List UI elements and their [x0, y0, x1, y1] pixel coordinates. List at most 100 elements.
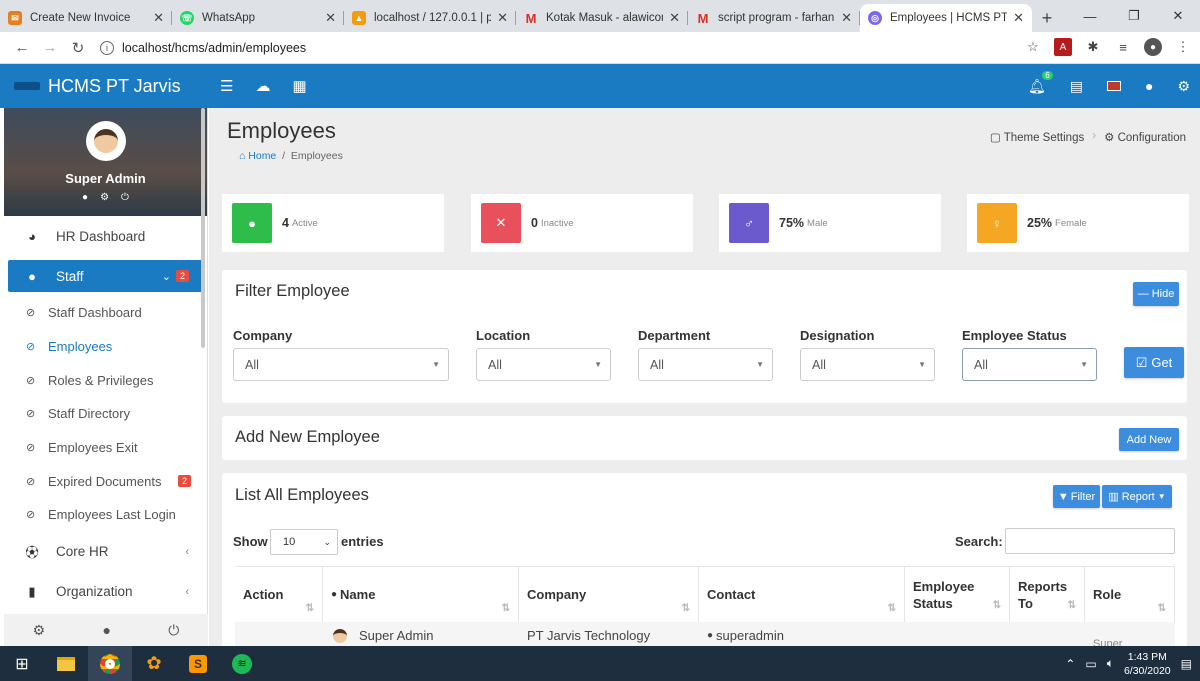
close-icon[interactable]: ✕ [841, 10, 852, 26]
location-label: Location [476, 328, 531, 343]
avatar[interactable] [85, 121, 126, 161]
close-icon[interactable]: ✕ [325, 10, 336, 26]
sidebar-item-hr-dashboard[interactable]: ◕ HR Dashboard [4, 216, 207, 256]
windows-start-icon[interactable]: ⊞ [0, 646, 44, 681]
entries-select[interactable]: 10 ⌄ [270, 529, 338, 555]
col-name[interactable]: ● Name ⇅ [323, 566, 519, 622]
department-select[interactable]: All ▼ [638, 348, 773, 381]
location-select[interactable]: All ▼ [476, 348, 611, 381]
profile-user-icon[interactable]: ● [82, 192, 88, 203]
logo-icon [14, 82, 40, 90]
user-icon[interactable]: ● [1145, 78, 1153, 94]
sidebar-sub-staff-directory[interactable]: ⊘ Staff Directory [4, 397, 207, 431]
restore-icon[interactable]: ❐ [1112, 0, 1156, 32]
configuration-link[interactable]: ⚙ Configuration [1104, 130, 1186, 144]
hcms-favicon-icon: ◎ [868, 11, 882, 25]
col-employee-status[interactable]: Employee Status ⇅ [905, 566, 1010, 622]
gear-icon: ⚙ [1104, 132, 1115, 144]
card-icon[interactable]: ▤ [1070, 78, 1083, 95]
report-button[interactable]: ▥ Report ▼ [1102, 485, 1172, 508]
close-icon[interactable]: ✕ [153, 10, 164, 26]
url-field[interactable]: i localhost/hcms/admin/employees [100, 40, 306, 55]
add-new-button[interactable]: Add New [1119, 428, 1179, 451]
power-icon[interactable]: ⏻ [168, 622, 179, 639]
address-bar: ← → ↻ i localhost/hcms/admin/employees ☆… [0, 32, 1200, 64]
col-contact[interactable]: Contact ⇅ [699, 566, 905, 622]
get-button[interactable]: ☑ Get [1124, 347, 1184, 378]
sidebar-sub-employees[interactable]: ⊘ Employees [4, 330, 207, 364]
gmail-favicon-icon: M [525, 10, 537, 26]
profile-icon[interactable]: ● [1144, 38, 1162, 56]
info-icon[interactable]: i [100, 40, 114, 55]
sidebar-sub-staff-dashboard[interactable]: ⊘ Staff Dashboard [4, 296, 207, 330]
clock[interactable]: 1:43 PM 6/30/2020 [1124, 650, 1171, 678]
pdf-extension-icon[interactable]: A [1054, 38, 1072, 56]
sidebar-sub-label: Employees Exit [48, 440, 138, 456]
hamburger-icon[interactable]: ☰ [220, 77, 233, 95]
browser-tab[interactable]: ✉ Create New Invoice ✕ [0, 4, 172, 32]
col-reports-to[interactable]: Reports To ⇅ [1010, 566, 1085, 622]
reload-icon[interactable]: ↻ [64, 39, 92, 57]
bell-icon[interactable]: 🔔︎ 6 [1028, 70, 1053, 95]
col-role[interactable]: Role ⇅ [1085, 566, 1175, 622]
close-icon[interactable]: ✕ [669, 10, 680, 26]
grid-icon[interactable]: ▦ [292, 77, 306, 95]
file-explorer-icon[interactable] [44, 646, 88, 681]
breadcrumb-home[interactable]: ⌂ Home [239, 150, 276, 162]
notification-center-icon[interactable]: ▤ [1181, 657, 1192, 671]
browser-tab[interactable]: Mscript program - farhan ✕ [688, 4, 860, 32]
user-icon[interactable]: ● [103, 622, 111, 638]
close-icon[interactable]: ✕ [1013, 10, 1024, 26]
profile-gear-icon[interactable]: ⚙ [100, 192, 109, 203]
browser-tab[interactable]: M Kotak Masuk - alawicom ✕ [516, 4, 688, 32]
sidebar-item-core-hr[interactable]: ⚽︎ Core HR ‹ [4, 532, 207, 572]
network-icon[interactable]: ▭ [1085, 657, 1096, 671]
gear-icon[interactable]: ⚙ [33, 622, 46, 639]
sidebar-item-staff[interactable]: ● Staff ⌄ 2 [8, 260, 203, 292]
designation-select[interactable]: All ▼ [800, 348, 935, 381]
chrome-icon[interactable] [88, 646, 132, 681]
browser-tab[interactable]: ▲ localhost / 127.0.0.1 | ph ✕ [344, 4, 516, 32]
chevron-up-icon[interactable]: ⌃ [1065, 657, 1075, 671]
show-label: Show [233, 534, 268, 549]
search-input[interactable] [1005, 528, 1175, 554]
browser-tab-active[interactable]: ◎ Employees | HCMS PT J ✕ [860, 4, 1032, 32]
volume-icon[interactable]: 🔈︎ [1107, 656, 1114, 671]
power-icon[interactable]: ⏻ [121, 192, 129, 203]
chat-icon[interactable]: ☁ [255, 77, 270, 95]
reading-list-icon[interactable]: ≡ [1114, 38, 1132, 56]
spotify-icon[interactable]: ≋ [220, 646, 264, 681]
sidebar-sub-employees-exit[interactable]: ⊘ Employees Exit [4, 431, 207, 465]
theme-settings-link[interactable]: ▢ Theme Settings [990, 130, 1084, 144]
row-name[interactable]: Super Admin [333, 628, 433, 643]
new-tab-button[interactable]: + [1032, 4, 1062, 32]
close-window-icon[interactable]: ✕ [1156, 0, 1200, 32]
star-icon[interactable]: ☆ [1024, 38, 1042, 56]
minimize-icon[interactable]: — [1068, 0, 1112, 32]
sublime-text-icon[interactable]: S [176, 646, 220, 681]
col-action[interactable]: Action ⇅ [235, 566, 323, 622]
sidebar-sub-expired-documents[interactable]: ⊘ Expired Documents 2 [4, 464, 207, 498]
menu-icon[interactable]: ⋮ [1174, 38, 1192, 56]
close-icon[interactable]: ✕ [497, 10, 508, 26]
invoice-favicon-icon: ✉ [8, 11, 22, 25]
app-logo[interactable]: HCMS PT Jarvis [0, 76, 208, 97]
forward-icon[interactable]: → [36, 39, 64, 56]
hide-button[interactable]: — Hide [1133, 282, 1179, 306]
sidebar-sub-roles[interactable]: ⊘ Roles & Privileges [4, 363, 207, 397]
company-select[interactable]: All ▼ [233, 348, 449, 381]
browser-tab[interactable]: ☏ WhatsApp ✕ [172, 4, 344, 32]
employee-status-select[interactable]: All ▼ [962, 348, 1097, 381]
color-app-icon[interactable]: ✿ [132, 646, 176, 681]
sidebar-item-organization[interactable]: ▮ Organization ‹ [4, 572, 207, 612]
sidebar-sub-last-login[interactable]: ⊘ Employees Last Login [4, 498, 207, 532]
expired-badge: 2 [178, 475, 192, 488]
col-company[interactable]: Company ⇅ [519, 566, 699, 622]
extensions-icon[interactable]: ✱ [1084, 38, 1102, 56]
flag-icon[interactable] [1106, 81, 1121, 91]
sidebar-scrollbar[interactable] [201, 108, 205, 348]
gear-icon[interactable]: ⚙ [1177, 78, 1190, 95]
filter-button[interactable]: ▼ Filter [1053, 485, 1100, 508]
back-icon[interactable]: ← [8, 39, 36, 56]
chevron-left-icon: ‹ [185, 585, 189, 598]
